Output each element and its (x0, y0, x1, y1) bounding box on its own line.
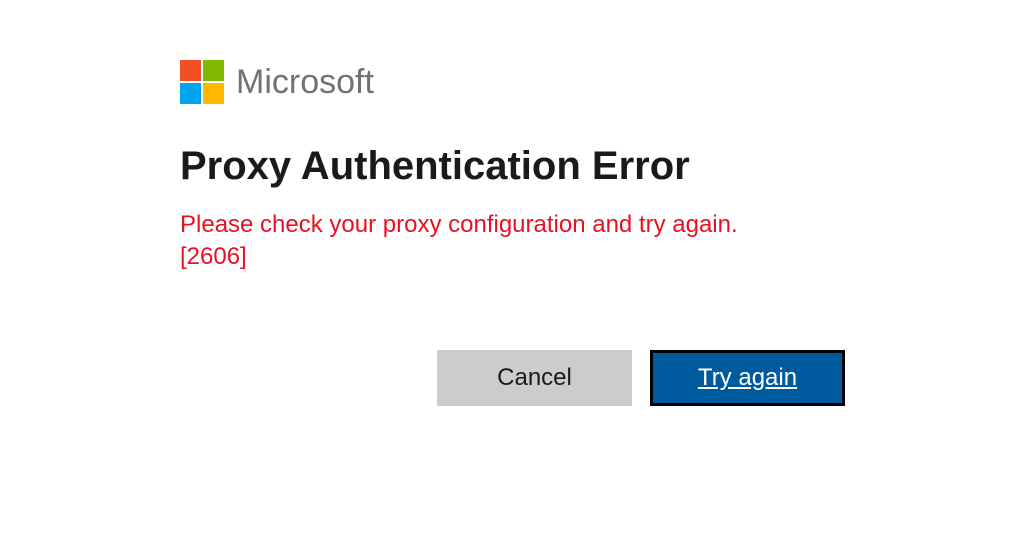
error-dialog: Microsoft Proxy Authentication Error Ple… (180, 60, 845, 274)
microsoft-logo-icon (180, 60, 224, 104)
error-title: Proxy Authentication Error (180, 144, 845, 189)
action-row: Cancel Try again (437, 350, 845, 406)
error-message: Please check your proxy configuration an… (180, 209, 780, 274)
brand-row: Microsoft (180, 60, 845, 104)
brand-name: Microsoft (236, 63, 374, 102)
cancel-button[interactable]: Cancel (437, 350, 632, 406)
try-again-button[interactable]: Try again (650, 350, 845, 406)
